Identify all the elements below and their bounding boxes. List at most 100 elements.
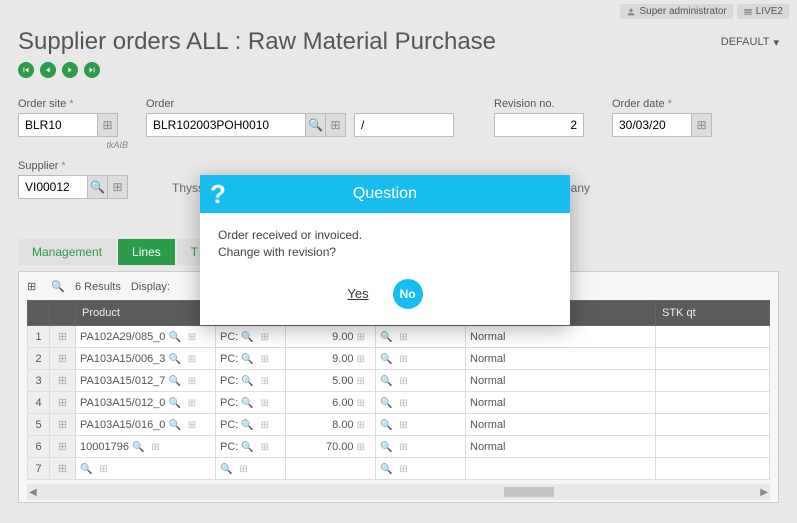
row-menu-icon[interactable]: ⊞: [50, 370, 76, 392]
col-stkqty[interactable]: STK qt: [656, 301, 770, 326]
cell-actions-icon[interactable]: 🔍 ⊞: [132, 442, 162, 453]
row-menu-icon[interactable]: ⊞: [50, 392, 76, 414]
cell-stkqty[interactable]: [656, 326, 770, 348]
table-row[interactable]: 4⊞PA103A15/012_0 🔍 ⊞PC: 🔍 ⊞6.00 ⊞ 🔍 ⊞Nor…: [28, 392, 770, 414]
cell-linetype[interactable]: Normal: [466, 436, 656, 458]
cell-actions-icon[interactable]: 🔍 ⊞: [241, 398, 271, 409]
cell-product[interactable]: PA103A15/016_0 🔍 ⊞: [76, 414, 216, 436]
table-row[interactable]: 5⊞PA103A15/016_0 🔍 ⊞PC: 🔍 ⊞8.00 ⊞ 🔍 ⊞Nor…: [28, 414, 770, 436]
col-product[interactable]: Product: [76, 301, 216, 326]
cell-purqty[interactable]: 8.00 ⊞: [286, 414, 376, 436]
cell-actions-icon[interactable]: 🔍 ⊞: [168, 376, 198, 387]
no-button[interactable]: No: [393, 279, 423, 309]
cell-purqty[interactable]: 9.00 ⊞: [286, 348, 376, 370]
table-row[interactable]: 3⊞PA103A15/012_7 🔍 ⊞PC: 🔍 ⊞5.00 ⊞ 🔍 ⊞Nor…: [28, 370, 770, 392]
cell-actions-icon[interactable]: 🔍 ⊞: [220, 464, 250, 475]
order-site-input[interactable]: [18, 113, 98, 137]
cell-actions-icon[interactable]: 🔍 ⊞: [168, 354, 198, 365]
table-row[interactable]: 1⊞PA102A29/085_0 🔍 ⊞PC: 🔍 ⊞9.00 ⊞ 🔍 ⊞Nor…: [28, 326, 770, 348]
scroll-right-arrow[interactable]: ▶: [760, 487, 768, 498]
supplier-lookup-icon[interactable]: ⊞: [108, 175, 128, 199]
cell-unit[interactable]: PC: 🔍 ⊞: [216, 392, 286, 414]
cell-tax3[interactable]: 🔍 ⊞: [376, 414, 466, 436]
order-site-lookup-icon[interactable]: ⊞: [98, 113, 118, 137]
cell-tax3[interactable]: 🔍 ⊞: [376, 348, 466, 370]
order-date-calendar-icon[interactable]: ⊞: [692, 113, 712, 137]
cell-actions-icon[interactable]: ⊞: [357, 332, 367, 343]
cell-tax3[interactable]: 🔍 ⊞: [376, 458, 466, 480]
cell-purqty[interactable]: [286, 458, 376, 480]
cell-actions-icon[interactable]: 🔍 ⊞: [80, 464, 110, 475]
cell-unit[interactable]: PC: 🔍 ⊞: [216, 370, 286, 392]
cell-unit[interactable]: PC: 🔍 ⊞: [216, 348, 286, 370]
cell-actions-icon[interactable]: ⊞: [357, 398, 367, 409]
cell-product[interactable]: 10001796 🔍 ⊞: [76, 436, 216, 458]
cell-stkqty[interactable]: [656, 436, 770, 458]
environment-badge[interactable]: LIVE2: [737, 4, 789, 19]
cell-actions-icon[interactable]: 🔍 ⊞: [168, 398, 198, 409]
cell-purqty[interactable]: 70.00 ⊞: [286, 436, 376, 458]
cell-purqty[interactable]: 9.00 ⊞: [286, 326, 376, 348]
cell-linetype[interactable]: Normal: [466, 326, 656, 348]
table-row[interactable]: 2⊞PA103A15/006_3 🔍 ⊞PC: 🔍 ⊞9.00 ⊞ 🔍 ⊞Nor…: [28, 348, 770, 370]
cell-purqty[interactable]: 5.00 ⊞: [286, 370, 376, 392]
cell-product[interactable]: PA102A29/085_0 🔍 ⊞: [76, 326, 216, 348]
cell-product[interactable]: 🔍 ⊞: [76, 458, 216, 480]
cell-purqty[interactable]: 6.00 ⊞: [286, 392, 376, 414]
cell-tax3[interactable]: 🔍 ⊞: [376, 326, 466, 348]
cell-tax3[interactable]: 🔍 ⊞: [376, 392, 466, 414]
cell-actions-icon[interactable]: 🔍 ⊞: [380, 464, 410, 475]
cell-actions-icon[interactable]: ⊞: [357, 442, 367, 453]
supplier-input[interactable]: [18, 175, 88, 199]
cell-unit[interactable]: PC: 🔍 ⊞: [216, 326, 286, 348]
cell-linetype[interactable]: Normal: [466, 370, 656, 392]
horizontal-scrollbar[interactable]: ◀ ▶: [27, 484, 770, 500]
revision-input[interactable]: [494, 113, 584, 137]
table-row[interactable]: 7⊞ 🔍 ⊞ 🔍 ⊞ 🔍 ⊞: [28, 458, 770, 480]
scroll-thumb[interactable]: [504, 487, 554, 497]
cell-stkqty[interactable]: [656, 458, 770, 480]
user-role-badge[interactable]: Super administrator: [620, 4, 732, 19]
yes-button[interactable]: Yes: [347, 286, 368, 301]
cell-actions-icon[interactable]: 🔍 ⊞: [241, 332, 271, 343]
cell-product[interactable]: PA103A15/006_3 🔍 ⊞: [76, 348, 216, 370]
cell-actions-icon[interactable]: ⊞: [357, 354, 367, 365]
grid-search-icon[interactable]: 🔍: [51, 280, 65, 294]
cell-actions-icon[interactable]: 🔍 ⊞: [380, 442, 410, 453]
row-menu-icon[interactable]: ⊞: [50, 326, 76, 348]
cell-actions-icon[interactable]: 🔍 ⊞: [380, 332, 410, 343]
cell-linetype[interactable]: [466, 458, 656, 480]
cell-stkqty[interactable]: [656, 392, 770, 414]
nav-prev-button[interactable]: [40, 62, 56, 78]
tab-lines[interactable]: Lines: [118, 239, 175, 265]
cell-actions-icon[interactable]: 🔍 ⊞: [241, 420, 271, 431]
cell-actions-icon[interactable]: ⊞: [357, 420, 367, 431]
grid-settings-icon[interactable]: ⊞: [27, 280, 41, 294]
cell-actions-icon[interactable]: 🔍 ⊞: [380, 354, 410, 365]
cell-actions-icon[interactable]: 🔍 ⊞: [380, 420, 410, 431]
cell-actions-icon[interactable]: 🔍 ⊞: [380, 398, 410, 409]
order-date-input[interactable]: [612, 113, 692, 137]
cell-actions-icon[interactable]: 🔍 ⊞: [241, 376, 271, 387]
cell-unit[interactable]: PC: 🔍 ⊞: [216, 436, 286, 458]
cell-unit[interactable]: PC: 🔍 ⊞: [216, 414, 286, 436]
row-menu-icon[interactable]: ⊞: [50, 458, 76, 480]
cell-linetype[interactable]: Normal: [466, 348, 656, 370]
row-menu-icon[interactable]: ⊞: [50, 436, 76, 458]
nav-next-button[interactable]: [62, 62, 78, 78]
order-search-icon[interactable]: 🔍: [306, 113, 326, 137]
tab-management[interactable]: Management: [18, 239, 116, 265]
cell-actions-icon[interactable]: 🔍 ⊞: [168, 420, 198, 431]
default-dropdown[interactable]: DEFAULT ▾: [721, 36, 779, 49]
cell-actions-icon[interactable]: 🔍 ⊞: [241, 354, 271, 365]
cell-tax3[interactable]: 🔍 ⊞: [376, 436, 466, 458]
order-lookup-icon[interactable]: ⊞: [326, 113, 346, 137]
row-menu-icon[interactable]: ⊞: [50, 414, 76, 436]
cell-product[interactable]: PA103A15/012_0 🔍 ⊞: [76, 392, 216, 414]
table-row[interactable]: 6⊞10001796 🔍 ⊞PC: 🔍 ⊞70.00 ⊞ 🔍 ⊞Normal: [28, 436, 770, 458]
cell-actions-icon[interactable]: ⊞: [357, 376, 367, 387]
cell-actions-icon[interactable]: 🔍 ⊞: [168, 332, 198, 343]
row-menu-icon[interactable]: ⊞: [50, 348, 76, 370]
cell-linetype[interactable]: Normal: [466, 414, 656, 436]
order-input[interactable]: [146, 113, 306, 137]
